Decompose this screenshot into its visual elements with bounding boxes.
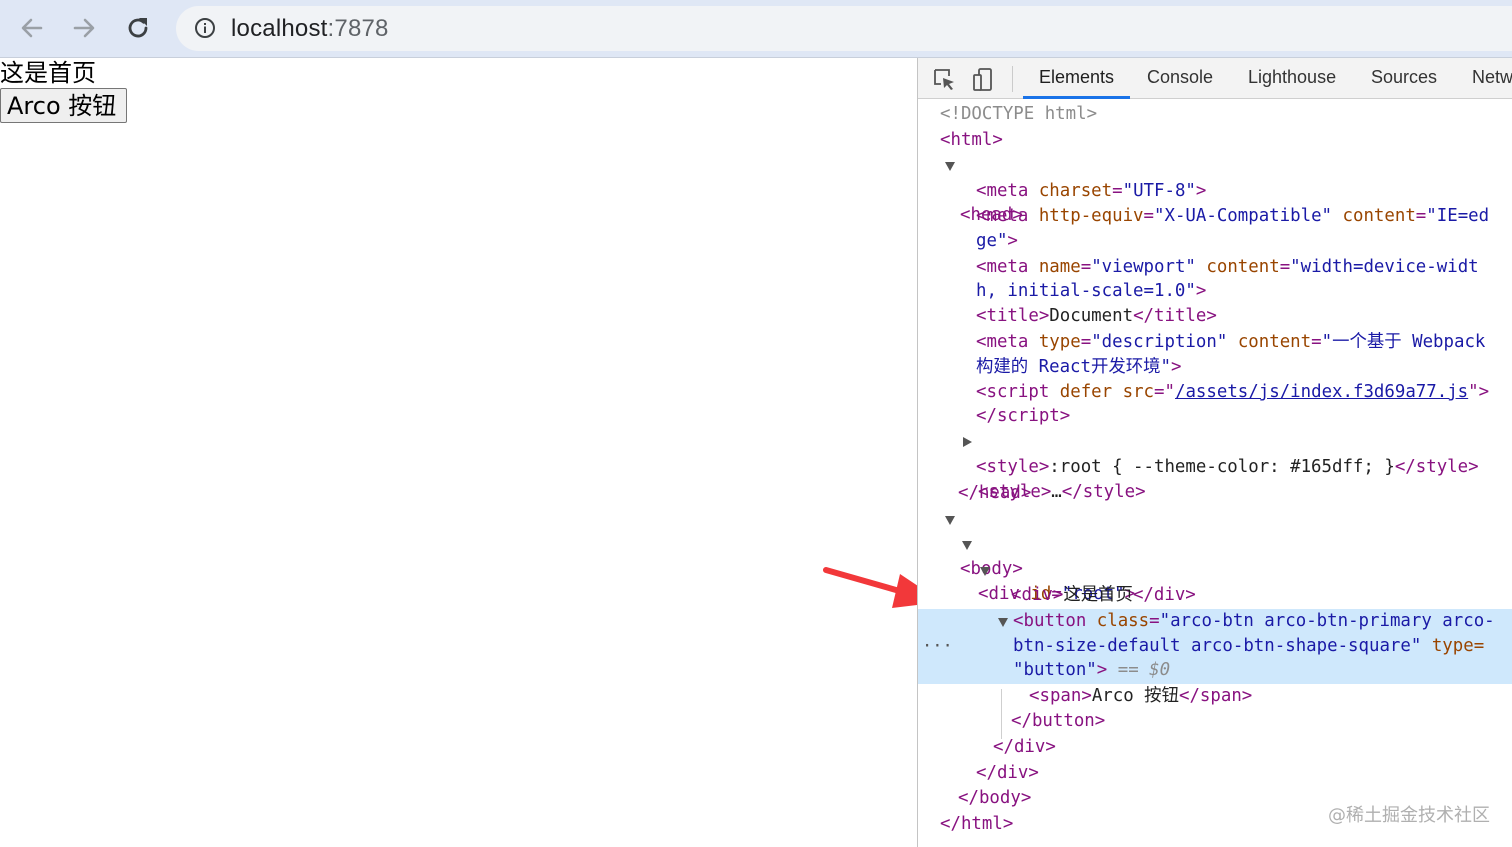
watermark: @稀土掘金技术社区 (1328, 805, 1490, 826)
attr-value: "一个基于 Webpack (1321, 332, 1486, 352)
collapse-triangle-icon[interactable] (963, 437, 972, 447)
dom-line-meta-http-equiv[interactable]: <meta http-equiv="X-UA-Compatible" conte… (918, 204, 1512, 229)
arrow-right-icon (73, 18, 95, 38)
dom-line-div-root[interactable]: <div id="root"> (918, 532, 1512, 604)
attr-name: name (1038, 257, 1081, 277)
attr-name: content (1237, 332, 1312, 352)
attr-value: "viewport" (1091, 257, 1196, 277)
attr-value: 构建的 React开发环境" (976, 357, 1172, 377)
dom-line-body[interactable]: <body> (918, 507, 1512, 579)
dom-line-div-root-close[interactable]: </div> (918, 761, 1512, 786)
dom-line-html[interactable]: <html> (918, 128, 1512, 153)
html-open-tag: <html> (940, 130, 1003, 150)
url-text: localhost:7878 (231, 15, 389, 43)
tabbar-separator (1012, 66, 1013, 92)
more-options-icon[interactable]: ··· (922, 634, 953, 659)
attr-value: "UTF-8" (1122, 181, 1196, 201)
arrow-left-icon (21, 18, 43, 38)
attr-value: "arco-btn arco-btn-primary arco- (1159, 611, 1495, 631)
attr-value: h, initial-scale=1.0" (976, 281, 1196, 301)
attr-value: "description" (1091, 332, 1228, 352)
attr-value: "width=device-widt (1290, 257, 1479, 277)
dom-line-span[interactable]: <span>Arco 按钮</span> (918, 684, 1512, 709)
dom-line-meta-viewport-cont[interactable]: h, initial-scale=1.0"> (918, 279, 1512, 304)
dom-line-style-collapsed[interactable]: <style>…</style> (918, 430, 1512, 502)
devtools-tabbar: Elements Console Lighthouse Sources Netw (918, 58, 1512, 99)
page-viewport: 这是首页 Arco 按钮 (0, 58, 917, 847)
reload-icon (128, 18, 148, 38)
inspect-element-icon[interactable] (932, 67, 958, 93)
dom-line-style-theme[interactable]: <style>:root { --theme-color: #165dff; }… (918, 455, 1512, 480)
dom-line-head-close[interactable]: </head> (918, 481, 1512, 506)
style-text: :root { --theme-color: #165dff; } (1049, 457, 1395, 477)
device-toolbar-icon[interactable] (971, 67, 997, 93)
attr-value: btn-size-default arco-btn-shape-square" (1013, 636, 1422, 656)
dom-line-div-text[interactable]: <div>这是首页</div> (918, 583, 1512, 608)
forward-button[interactable] (66, 11, 102, 45)
attr-value: ge" (976, 231, 1008, 251)
dom-line-meta-http-equiv-cont[interactable]: ge"> (918, 229, 1512, 254)
attr-value: "IE=ed (1426, 206, 1490, 226)
meta-tag: <meta (976, 181, 1039, 201)
attr-name: content (1342, 206, 1416, 226)
script-src-link[interactable]: /assets/js/index.f3d69a77.js (1175, 382, 1468, 402)
expand-triangle-icon[interactable] (980, 567, 990, 576)
url-port: :7878 (327, 15, 389, 42)
doctype-text: <!DOCTYPE html> (940, 104, 1098, 124)
dom-line-meta-description-cont[interactable]: 构建的 React开发环境"> (918, 355, 1512, 380)
devtools-panel: Elements Console Lighthouse Sources Netw… (917, 58, 1512, 847)
attr-value: "button" (1013, 660, 1097, 680)
attr-value: "X-UA-Compatible" (1154, 206, 1333, 226)
tab-network[interactable]: Netw (1472, 67, 1512, 88)
attr-name: type (1038, 332, 1081, 352)
expand-triangle-icon[interactable] (945, 162, 955, 171)
dom-line-meta-charset[interactable]: <meta charset="UTF-8"> (918, 179, 1512, 204)
dom-line-script[interactable]: <script defer src="/assets/js/index.f3d6… (918, 380, 1512, 405)
attr-name: charset (1038, 181, 1113, 201)
expand-triangle-icon[interactable] (945, 516, 955, 525)
dom-line-title[interactable]: <title>Document</title> (918, 304, 1512, 329)
dom-line-meta-description[interactable]: <meta type="description" content="一个基于 W… (918, 330, 1512, 355)
back-button[interactable] (14, 11, 50, 45)
home-text: 这是首页 (0, 59, 96, 87)
reload-button[interactable] (120, 11, 156, 45)
dom-line-div-close[interactable]: </div> (918, 735, 1512, 760)
attr-name: content (1206, 257, 1280, 277)
tab-console[interactable]: Console (1147, 67, 1213, 88)
tab-elements[interactable]: Elements (1039, 67, 1114, 88)
attr-name: src (1122, 382, 1155, 402)
expand-triangle-icon[interactable] (962, 541, 972, 550)
url-host: localhost (231, 15, 328, 42)
dom-line-head[interactable]: <head> (918, 153, 1512, 225)
tab-sources[interactable]: Sources (1371, 67, 1437, 88)
dom-line-div[interactable]: <div> (918, 558, 1512, 630)
title-text: Document (1049, 306, 1134, 326)
elements-dom-tree: <!DOCTYPE html> <html> <head> <meta char… (918, 99, 1512, 847)
attr-name: http-equiv (1038, 206, 1144, 226)
tab-lighthouse[interactable]: Lighthouse (1248, 67, 1336, 88)
dom-line-doctype[interactable]: <!DOCTYPE html> (918, 102, 1512, 127)
dom-line-button-close[interactable]: </button> (918, 709, 1512, 734)
dom-line-meta-viewport[interactable]: <meta name="viewport" content="width=dev… (918, 255, 1512, 280)
attr-name: defer (1059, 382, 1113, 402)
info-icon[interactable] (194, 17, 216, 39)
dom-line-button-selected[interactable]: ··· <button class="arco-btn arco-btn-pri… (918, 609, 1512, 684)
selected-node-marker: == $0 (1117, 660, 1171, 680)
span-text: Arco 按钮 (1091, 686, 1179, 706)
dom-line-script-close[interactable]: </script> (918, 404, 1512, 429)
browser-toolbar: localhost:7878 (0, 0, 1512, 58)
address-bar[interactable]: localhost:7878 (176, 6, 1512, 51)
inner-div-text: 这是首页 (1063, 585, 1133, 605)
arco-button[interactable]: Arco 按钮 (0, 88, 127, 123)
expand-triangle-icon[interactable] (998, 618, 1008, 627)
